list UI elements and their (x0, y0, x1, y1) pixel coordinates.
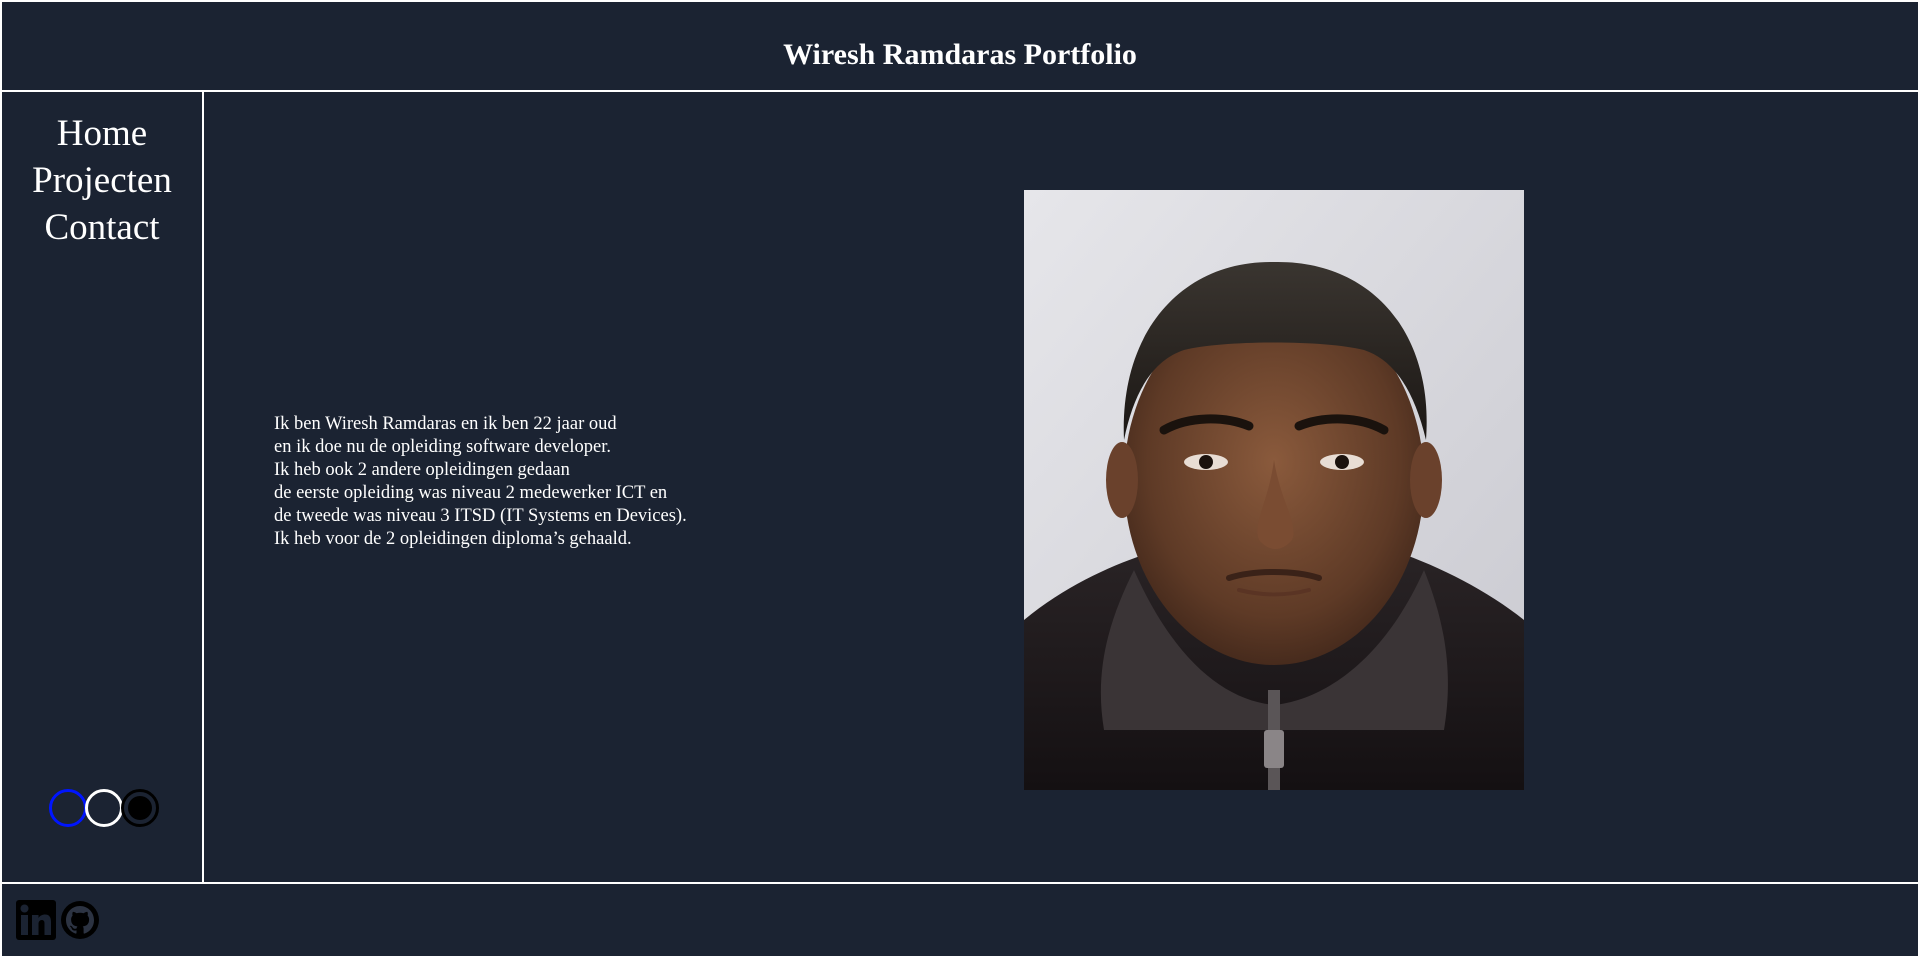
main-content: Ik ben Wiresh Ramdaras en ik ben 22 jaar… (204, 90, 1920, 884)
bio-line: de tweede was niveau 3 ITSD (IT Systems … (274, 506, 687, 526)
profile-photo (1024, 190, 1524, 790)
theme-white-button[interactable] (85, 789, 123, 827)
theme-black-button[interactable] (121, 789, 159, 827)
nav-item-contact[interactable]: Contact (2, 204, 202, 251)
bio-line: de eerste opleiding was niveau 2 medewer… (274, 483, 668, 503)
bio-line: Ik heb ook 2 andere opleidingen gedaan (274, 460, 570, 480)
bio-line: Ik ben Wiresh Ramdaras en ik ben 22 jaar… (274, 414, 617, 434)
theme-switcher (49, 789, 159, 829)
page-title: Wiresh Ramdaras Portfolio (783, 38, 1137, 71)
bio-line: en ik doe nu de opleiding software devel… (274, 437, 612, 457)
theme-blue-button[interactable] (49, 789, 87, 827)
portfolio-page: Wiresh Ramdaras Portfolio Home Projecten… (0, 0, 1920, 956)
sidebar: Home Projecten Contact (0, 90, 204, 884)
site-footer (0, 882, 1920, 956)
social-links (16, 900, 100, 940)
nav-item-home[interactable]: Home (2, 110, 202, 157)
nav-item-projecten[interactable]: Projecten (2, 157, 202, 204)
portrait-illustration (1024, 190, 1524, 790)
bio-text: Ik ben Wiresh Ramdaras en ik ben 22 jaar… (274, 413, 687, 551)
bio-line: Ik heb voor de 2 opleidingen diploma’s g… (274, 529, 632, 549)
site-header: Wiresh Ramdaras Portfolio (0, 0, 1920, 92)
github-icon[interactable] (60, 900, 100, 940)
main-nav: Home Projecten Contact (2, 110, 202, 251)
linkedin-icon[interactable] (16, 900, 56, 940)
